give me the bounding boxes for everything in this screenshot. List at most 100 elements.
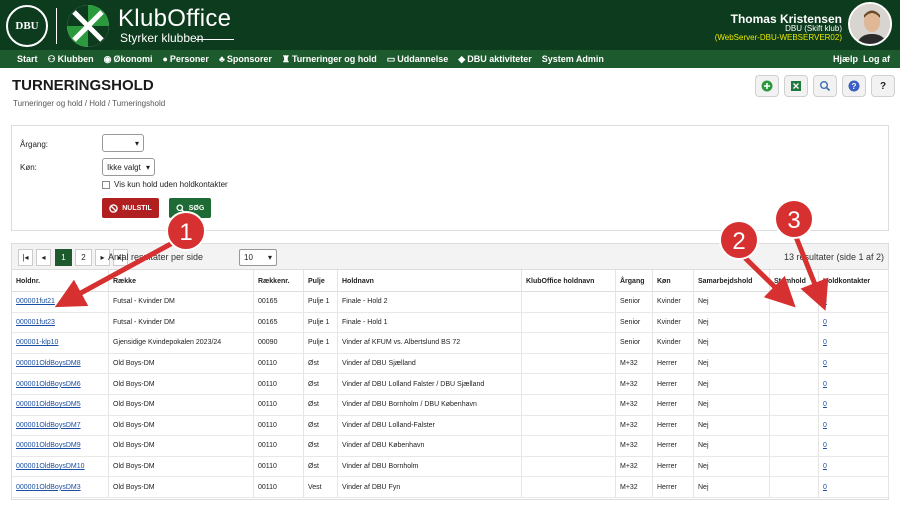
column-header-holdnavn[interactable]: Holdnavn <box>338 270 522 292</box>
results-panel: |◂ ◂ 1 2 ▸ ▸| Antal resultater per side … <box>11 243 889 500</box>
team-contacts-link[interactable]: 0 <box>823 298 827 305</box>
nav-okonomi[interactable]: ◉ Økonomi <box>104 54 153 65</box>
nav-turneringer[interactable]: ♜ Turneringer og hold <box>282 54 377 65</box>
info-icon: ? <box>848 80 860 92</box>
team-number-link[interactable]: 000001OldBoysDM9 <box>16 442 81 449</box>
team-number-link[interactable]: 000001OldBoysDM7 <box>16 422 81 429</box>
nav-sponsorer[interactable]: ♣ Sponsorer <box>219 54 272 64</box>
breadcrumb[interactable]: Turneringer og hold / Hold / Turneringsh… <box>13 99 165 108</box>
per-page-select[interactable]: 10 ▾ <box>239 249 277 266</box>
add-button[interactable] <box>755 75 779 97</box>
team-contacts-link[interactable]: 0 <box>823 484 827 491</box>
column-header-argang[interactable]: Årgang <box>616 270 653 292</box>
team-number-link[interactable]: 000001OldBoysDM6 <box>16 381 81 388</box>
team-number-link[interactable]: 000001OldBoysDM8 <box>16 360 81 367</box>
cell-holdkontakter: 0 <box>819 353 889 374</box>
filter-panel: Årgang: ▾ Køn: Ikke valgt ▾ Vis kun hold… <box>11 125 889 231</box>
team-number-link[interactable]: 000001-klp10 <box>16 339 58 346</box>
help-button[interactable]: ? <box>842 75 866 97</box>
nav-turneringer-label: Turneringer og hold <box>291 54 377 64</box>
cell-kon: Kvinder <box>653 333 694 353</box>
team-contacts-link[interactable]: 0 <box>823 422 827 429</box>
cell-holdnr: 000001OldBoysDM9 <box>12 436 109 456</box>
cell-raekke: Gjensidige Kvindepokalen 2023/24 <box>109 333 254 353</box>
pager-page-2-label: 2 <box>81 253 86 262</box>
pager-page-2[interactable]: 2 <box>75 249 92 266</box>
pager-page-1[interactable]: 1 <box>55 249 72 266</box>
cell-raekkenr: 00110 <box>254 395 304 415</box>
team-number-link[interactable]: 000001OldBoysDM5 <box>16 401 81 408</box>
nav-system-admin[interactable]: System Admin <box>542 54 604 64</box>
team-number-link[interactable]: 000001OldBoysDM3 <box>16 484 81 491</box>
dbu-logo[interactable]: DBU <box>6 5 48 47</box>
kon-label: Køn: <box>20 163 37 172</box>
cell-holdkontakter: 0 <box>819 395 889 415</box>
cell-argang: M+32 <box>616 353 653 374</box>
column-header-stamhold[interactable]: Stamhold <box>770 270 819 292</box>
cell-kon: Herrer <box>653 374 694 394</box>
search-toggle-button[interactable] <box>813 75 837 97</box>
team-contacts-link[interactable]: 0 <box>823 381 827 388</box>
cell-holdnavn: Vinder af DBU København <box>338 436 522 456</box>
column-header-raekkenr[interactable]: Rækkenr. <box>254 270 304 292</box>
team-contacts-link[interactable]: 0 <box>823 401 827 408</box>
nav-start[interactable]: Start <box>17 54 38 64</box>
cell-holdnavn: Vinder af DBU Bornholm / DBU København <box>338 395 522 415</box>
nav-help-label: Hjælp <box>832 54 858 64</box>
nav-help[interactable]: Hjælp <box>833 50 858 68</box>
cell-samarbejdshold: Nej <box>694 374 770 394</box>
ban-icon <box>109 203 118 213</box>
team-contacts-link[interactable]: 0 <box>823 442 827 449</box>
nav-klubben-label: Klubben <box>57 54 94 64</box>
no-contacts-checkbox-label[interactable]: Vis kun hold uden holdkontakter <box>114 180 228 189</box>
cell-holdkontakter: 0 <box>819 477 889 497</box>
search-button[interactable]: SØG <box>169 198 211 218</box>
argang-select[interactable]: ▾ <box>102 134 144 152</box>
cell-holdnavn: Vinder af DBU Lolland Falster / DBU Sjæl… <box>338 374 522 394</box>
cell-stamhold <box>770 292 819 312</box>
cell-raekke: Old Boys-DM <box>109 374 254 394</box>
nav-dbu-aktiviteter[interactable]: ◆ DBU aktiviteter <box>458 54 531 65</box>
kon-select[interactable]: Ikke valgt ▾ <box>102 158 155 176</box>
column-header-kon[interactable]: Køn <box>653 270 694 292</box>
column-header-holdnr[interactable]: Holdnr. <box>12 270 109 292</box>
pager-prev-button[interactable]: ◂ <box>36 249 51 266</box>
cell-holdnr: 000001OldBoysDM10 <box>12 456 109 477</box>
team-contacts-link[interactable]: 0 <box>823 360 827 367</box>
nav-personer[interactable]: ● Personer <box>162 54 208 64</box>
column-header-samarbejdshold[interactable]: Samarbejdshold <box>694 270 770 292</box>
column-header-holdkontakter[interactable]: Holdkontakter <box>819 270 889 292</box>
user-club-switch[interactable]: DBU (Skift klub) <box>785 24 842 33</box>
nav-sponsorer-label: Sponsorer <box>226 54 272 64</box>
kluboffice-logo-icon[interactable] <box>66 4 110 48</box>
cell-argang: M+32 <box>616 436 653 456</box>
pager-first-button[interactable]: |◂ <box>18 249 33 266</box>
question-button[interactable]: ? <box>871 75 895 97</box>
cell-holdnr: 000001OldBoysDM5 <box>12 395 109 415</box>
cell-stamhold <box>770 436 819 456</box>
team-contacts-link[interactable]: 0 <box>823 339 827 346</box>
nav-uddannelse[interactable]: ▭ Uddannelse <box>387 54 449 65</box>
nav-klubben[interactable]: ⚇ Klubben <box>48 54 94 65</box>
export-excel-button[interactable] <box>784 75 808 97</box>
column-header-kluboffice-holdnavn[interactable]: KlubOffice holdnavn <box>522 270 616 292</box>
team-number-link[interactable]: 000001fut23 <box>16 319 55 326</box>
nav-system-admin-label: System Admin <box>541 54 604 64</box>
team-number-link[interactable]: 000001fut21 <box>16 298 55 305</box>
no-contacts-checkbox[interactable] <box>102 181 110 189</box>
reset-button[interactable]: NULSTIL <box>102 198 159 218</box>
column-header-pulje[interactable]: Pulje <box>304 270 338 292</box>
cell-samarbejdshold: Nej <box>694 395 770 415</box>
nav-logout[interactable]: Log af <box>863 50 890 68</box>
team-contacts-link[interactable]: 0 <box>823 463 827 470</box>
cell-kluboffice-holdnavn <box>522 477 616 497</box>
cell-holdkontakter: 0 <box>819 333 889 353</box>
team-number-link[interactable]: 000001OldBoysDM10 <box>16 463 85 470</box>
column-header-raekke[interactable]: Række <box>109 270 254 292</box>
user-avatar[interactable] <box>848 2 892 46</box>
person-icon: ● <box>162 54 168 64</box>
handshake-icon: ♣ <box>218 54 225 64</box>
team-contacts-link[interactable]: 0 <box>823 319 827 326</box>
cell-samarbejdshold: Nej <box>694 353 770 374</box>
cell-argang: M+32 <box>616 477 653 497</box>
